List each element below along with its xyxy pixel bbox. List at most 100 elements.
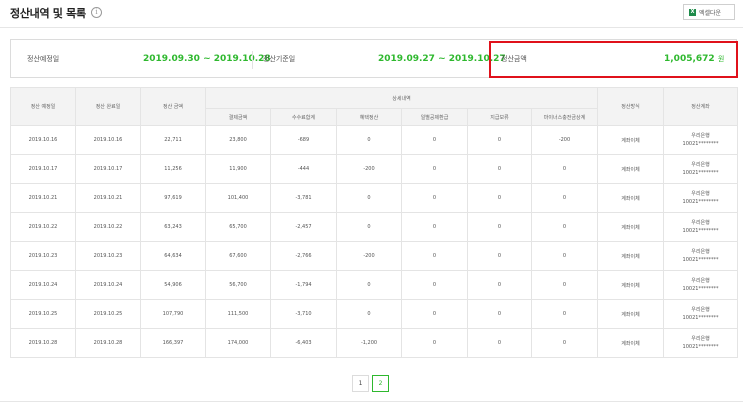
cell-payment-hold: 0 xyxy=(467,125,532,155)
table-row: 2019.10.22 2019.10.22 63,243 65,700 -2,457 0 0… xyxy=(10,212,738,242)
cell-settlement-account: 우리은행 10021******** xyxy=(663,212,738,242)
cell-benefit-settlement: 0 xyxy=(336,270,402,300)
cell-payment-hold: 0 xyxy=(467,241,532,271)
settlement-table-body: 2019.10.16 2019.10.16 22,711 23,800 -689 0 0 0-… xyxy=(10,125,738,358)
cell-settlement-amount: 64,634 xyxy=(140,241,206,271)
account-number: 10021******** xyxy=(682,315,719,321)
base-date-range: 2019.09.27 ~ 2019.10.27 xyxy=(378,54,506,64)
header-settlement-account: 정산계좌 xyxy=(663,87,738,126)
cell-scheduled-date: 2019.10.16 xyxy=(10,125,76,155)
table-row: 2019.10.16 2019.10.16 22,711 23,800 -689 0 0 0-… xyxy=(10,125,738,155)
cell-benefit-settlement: -200 xyxy=(336,241,402,271)
base-date-label: 정산기준일 xyxy=(263,55,296,63)
cell-completed-date: 2019.10.23 xyxy=(75,241,141,271)
cell-benefit-settlement: 0 xyxy=(336,125,402,155)
account-number: 10021******** xyxy=(682,199,719,205)
cell-payment-amount: 11,900 xyxy=(205,154,271,184)
header-divider xyxy=(0,27,743,28)
cell-settlement-account: 우리은행 10021******** xyxy=(663,241,738,271)
cell-payment-amount: 56,700 xyxy=(205,270,271,300)
cell-daily-deduction-refund: 0 xyxy=(401,328,468,358)
cell-scheduled-date: 2019.10.21 xyxy=(10,183,76,213)
cell-minus-charge-offset: 0 xyxy=(531,328,598,358)
cell-fee-total: -6,403 xyxy=(270,328,337,358)
cell-completed-date: 2019.10.17 xyxy=(75,154,141,184)
header-details-group: 상세내역 xyxy=(205,87,598,109)
cell-settlement-method: 계좌이체 xyxy=(597,125,664,155)
cell-completed-date: 2019.10.16 xyxy=(75,125,141,155)
subheader-payment-amount: 결제금액 xyxy=(205,108,271,126)
account-number: 10021******** xyxy=(682,257,719,263)
settlement-table: 정산 예정일 정산 완료일 정산 금액 상세내역 정산방식 정산계좌 결제금액 … xyxy=(10,87,738,358)
cell-benefit-settlement: 0 xyxy=(336,183,402,213)
cell-payment-amount: 101,400 xyxy=(205,183,271,213)
scheduled-date-label: 정산예정일 xyxy=(27,55,60,63)
cell-fee-total: -3,710 xyxy=(270,299,337,329)
cell-settlement-amount: 63,243 xyxy=(140,212,206,242)
info-icon[interactable]: i xyxy=(91,7,102,18)
bank-name: 우리은행 xyxy=(691,133,710,139)
cell-completed-date: 2019.10.21 xyxy=(75,183,141,213)
table-row: 2019.10.23 2019.10.23 64,634 67,600 -2,766 -2… xyxy=(10,241,738,271)
excel-download-button[interactable]: X 엑셀다운 xyxy=(683,4,735,20)
header-completed-date: 정산 완료일 xyxy=(75,87,141,126)
excel-icon: X xyxy=(689,8,696,16)
cell-settlement-amount: 54,906 xyxy=(140,270,206,300)
cell-settlement-method: 계좌이체 xyxy=(597,212,664,242)
bank-name: 우리은행 xyxy=(691,249,710,255)
excel-download-label: 엑셀다운 xyxy=(699,9,722,17)
cell-fee-total: -2,457 xyxy=(270,212,337,242)
cell-daily-deduction-refund: 0 xyxy=(401,241,468,271)
cell-completed-date: 2019.10.22 xyxy=(75,212,141,242)
cell-payment-amount: 111,500 xyxy=(205,299,271,329)
cell-minus-charge-offset: 0 xyxy=(531,154,598,184)
cell-settlement-amount: 11,256 xyxy=(140,154,206,184)
page-button-1[interactable]: 1 xyxy=(352,375,369,392)
cell-minus-charge-offset: -200 xyxy=(531,125,598,155)
cell-payment-hold: 0 xyxy=(467,183,532,213)
cell-settlement-method: 계좌이체 xyxy=(597,241,664,271)
subheader-fee-total: 수수료합계 xyxy=(270,108,337,126)
cell-settlement-method: 계좌이체 xyxy=(597,328,664,358)
page-button-2[interactable]: 2 xyxy=(372,375,389,392)
page-header: 정산내역 및 목록 i X 엑셀다운 xyxy=(0,0,743,30)
cell-minus-charge-offset: 0 xyxy=(531,241,598,271)
cell-settlement-method: 계좌이체 xyxy=(597,154,664,184)
table-row: 2019.10.17 2019.10.17 11,256 11,900 -444 -200… xyxy=(10,154,738,184)
cell-payment-hold: 0 xyxy=(467,270,532,300)
cell-settlement-amount: 166,397 xyxy=(140,328,206,358)
cell-payment-amount: 67,600 xyxy=(205,241,271,271)
cell-fee-total: -1,794 xyxy=(270,270,337,300)
header-settlement-amount: 정산 금액 xyxy=(140,87,206,126)
cell-benefit-settlement: 0 xyxy=(336,299,402,329)
amount-highlight-box xyxy=(489,41,738,78)
cell-scheduled-date: 2019.10.24 xyxy=(10,270,76,300)
cell-scheduled-date: 2019.10.25 xyxy=(10,299,76,329)
cell-payment-amount: 174,000 xyxy=(205,328,271,358)
cell-settlement-account: 우리은행 10021******** xyxy=(663,125,738,155)
cell-settlement-method: 계좌이체 xyxy=(597,270,664,300)
cell-payment-amount: 23,800 xyxy=(205,125,271,155)
cell-benefit-settlement: -200 xyxy=(336,154,402,184)
cell-settlement-method: 계좌이체 xyxy=(597,183,664,213)
cell-payment-amount: 65,700 xyxy=(205,212,271,242)
cell-scheduled-date: 2019.10.28 xyxy=(10,328,76,358)
bank-name: 우리은행 xyxy=(691,191,710,197)
cell-payment-hold: 0 xyxy=(467,212,532,242)
cell-minus-charge-offset: 0 xyxy=(531,183,598,213)
cell-payment-hold: 0 xyxy=(467,299,532,329)
page-title: 정산내역 및 목록 xyxy=(10,7,86,20)
account-number: 10021******** xyxy=(682,286,719,292)
cell-daily-deduction-refund: 0 xyxy=(401,183,468,213)
cell-settlement-account: 우리은행 10021******** xyxy=(663,154,738,184)
cell-payment-hold: 0 xyxy=(467,154,532,184)
cell-settlement-method: 계좌이체 xyxy=(597,299,664,329)
bank-name: 우리은행 xyxy=(691,162,710,168)
cell-daily-deduction-refund: 0 xyxy=(401,212,468,242)
cell-scheduled-date: 2019.10.23 xyxy=(10,241,76,271)
cell-settlement-amount: 22,711 xyxy=(140,125,206,155)
cell-settlement-account: 우리은행 10021******** xyxy=(663,328,738,358)
cell-scheduled-date: 2019.10.22 xyxy=(10,212,76,242)
footer-divider xyxy=(0,401,743,402)
bank-name: 우리은행 xyxy=(691,278,710,284)
